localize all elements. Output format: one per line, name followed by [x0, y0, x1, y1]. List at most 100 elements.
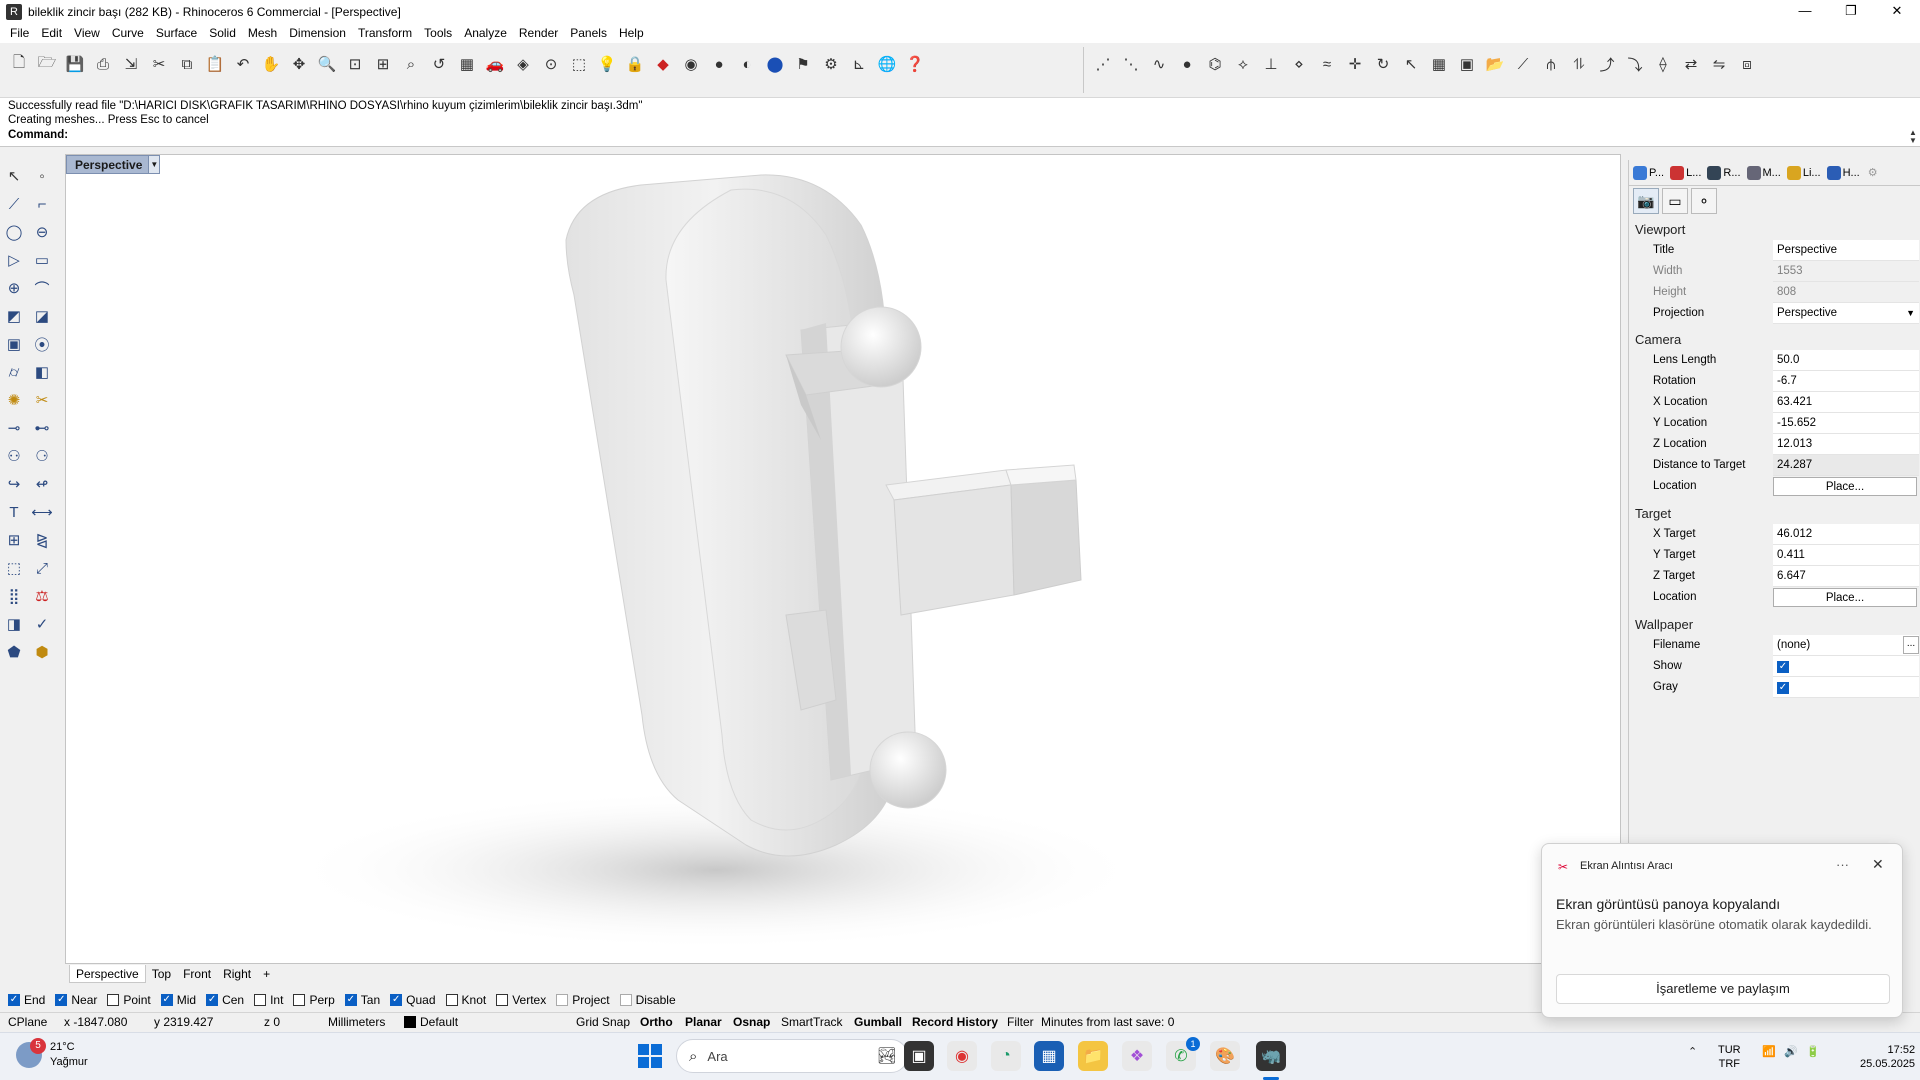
osnap-checkbox[interactable]: ✓ — [55, 994, 68, 1006]
drape-icon[interactable]: ⚑ — [790, 51, 816, 77]
osnap-checkbox[interactable] — [293, 994, 306, 1006]
filter-toggle[interactable]: Filter — [1007, 1015, 1034, 1029]
gumball-tool-icon[interactable]: ✛ — [1342, 51, 1368, 77]
rhino-taskbar-icon[interactable]: 🦏 — [1256, 1041, 1286, 1071]
surface-patch-icon[interactable]: ◩ — [2, 304, 26, 328]
panel-gear-icon[interactable]: ⚙ — [1868, 166, 1878, 179]
command-prompt[interactable]: Command: — [8, 129, 68, 141]
osnap-near[interactable]: ✓ Near — [55, 993, 97, 1007]
render-object-icon[interactable]: ⬟ — [2, 640, 26, 664]
osnap-checkbox[interactable]: ✓ — [8, 994, 20, 1006]
language-indicator[interactable]: TUR TRF — [1718, 1043, 1741, 1071]
camera-icon[interactable]: 📷 — [1633, 188, 1659, 214]
mirror-tool-icon[interactable]: ⇋ — [1706, 51, 1732, 77]
lock-icon[interactable]: 🔒 — [622, 51, 648, 77]
chrome-icon[interactable]: ◉ — [947, 1041, 977, 1071]
cplane-label[interactable]: CPlane — [8, 1015, 47, 1029]
folder-tool-icon[interactable]: 📂 — [1482, 51, 1508, 77]
grid-tool-icon[interactable]: ▦ — [1426, 51, 1452, 77]
select-arrow-icon[interactable]: ↖ — [2, 164, 26, 188]
x-location-field[interactable]: 63.421 — [1773, 392, 1919, 413]
surface-tool-icon[interactable]: ⌬ — [1202, 51, 1228, 77]
paste-icon[interactable]: 📋 — [202, 51, 228, 77]
z-location-field[interactable]: 12.013 — [1773, 434, 1919, 455]
flow-tool-icon[interactable]: ⥮ — [1566, 51, 1592, 77]
tab-front[interactable]: Front — [177, 965, 217, 983]
projection-select[interactable]: Perspective ▼ — [1773, 303, 1919, 324]
ortho-toggle[interactable]: Ortho — [640, 1015, 673, 1029]
loft-icon[interactable]: ◪ — [30, 304, 54, 328]
copy-icon[interactable]: ⧉ — [174, 51, 200, 77]
tab-top[interactable]: Top — [146, 965, 177, 983]
task-view-icon[interactable]: ▣ — [904, 1041, 934, 1071]
zoom-window-icon[interactable]: ⊡ — [342, 51, 368, 77]
point-tool-icon[interactable]: ⋱ — [1118, 51, 1144, 77]
extrude-icon[interactable]: ◧ — [30, 360, 54, 384]
filename-field[interactable]: (none)... — [1773, 635, 1919, 656]
tab-right[interactable]: Right — [217, 965, 257, 983]
ungroup-icon[interactable]: ⚆ — [30, 444, 54, 468]
scale-icon[interactable]: ⤢ — [30, 556, 54, 580]
weather-widget[interactable]: 5 21°C Yağmur — [16, 1038, 88, 1070]
color-wheel-icon[interactable]: ◉ — [678, 51, 704, 77]
mesh-tool-icon[interactable]: ⋰ — [1090, 51, 1116, 77]
display-mode-icon[interactable]: ▭ — [1662, 188, 1688, 214]
x-target-field[interactable]: 46.012 — [1773, 524, 1919, 545]
y-location-field[interactable]: -15.652 — [1773, 413, 1919, 434]
car-icon[interactable]: 🚗 — [482, 51, 508, 77]
zoom-extents-icon[interactable]: ⊞ — [370, 51, 396, 77]
axis-tool-icon[interactable]: ⊥ — [1258, 51, 1284, 77]
tab-render[interactable]: R... — [1707, 165, 1741, 180]
add-viewport-icon[interactable]: + — [257, 965, 276, 983]
dof-icon[interactable]: ⚬ — [1691, 188, 1717, 214]
ellipse-icon[interactable]: ⊖ — [30, 220, 54, 244]
tab-properties[interactable]: P... — [1633, 165, 1664, 180]
osnap-tan[interactable]: ✓ Tan — [344, 993, 380, 1007]
z-target-field[interactable]: 6.647 — [1773, 566, 1919, 587]
osnap-end[interactable]: ✓ End — [8, 993, 45, 1007]
osnap-point[interactable]: Point — [107, 993, 151, 1007]
close-button[interactable]: ✕ — [1874, 0, 1920, 23]
menu-solid[interactable]: Solid — [203, 26, 242, 40]
print-icon[interactable]: ⎙ — [90, 51, 116, 77]
y-target-field[interactable]: 0.411 — [1773, 545, 1919, 566]
move-icon[interactable]: ⬚ — [2, 556, 26, 580]
mirror-icon[interactable]: ⧎ — [30, 528, 54, 552]
arc-icon[interactable]: ⊕ — [2, 276, 26, 300]
osnap-checkbox[interactable]: ✓ — [160, 994, 173, 1006]
menu-analyze[interactable]: Analyze — [458, 26, 513, 40]
node-tool-icon[interactable]: ⋄ — [1286, 51, 1312, 77]
tab-layers[interactable]: L... — [1670, 165, 1701, 180]
chamfer-icon[interactable]: ↫ — [30, 472, 54, 496]
rotation-field[interactable]: -6.7 — [1773, 371, 1919, 392]
battery-icon[interactable]: 🔋 — [1806, 1045, 1820, 1058]
osnap-quad[interactable]: ✓ Quad — [390, 993, 436, 1007]
blend-tool-icon[interactable]: ≈ — [1314, 51, 1340, 77]
menu-help[interactable]: Help — [613, 26, 650, 40]
menu-surface[interactable]: Surface — [150, 26, 203, 40]
sphere-tool-icon[interactable]: ● — [1174, 51, 1200, 77]
store-icon[interactable]: ▦ — [1034, 1041, 1064, 1071]
rotate-view-icon[interactable]: ✥ — [286, 51, 312, 77]
draft-tool-icon[interactable]: ⟋ — [1510, 51, 1536, 77]
options-icon[interactable]: ⚙ — [818, 51, 844, 77]
windows-start-icon[interactable] — [638, 1044, 662, 1068]
fillet-curve-icon[interactable]: ⌒ — [30, 276, 54, 300]
browse-button[interactable]: ... — [1903, 636, 1919, 654]
camera-place-button[interactable]: Place... — [1773, 477, 1917, 496]
markup-share-button[interactable]: İşaretleme ve paylaşım — [1556, 974, 1890, 1004]
gray-checkbox[interactable]: ✓ — [1777, 682, 1789, 694]
lens-length-field[interactable]: 50.0 — [1773, 350, 1919, 371]
distance-field[interactable]: 24.287 — [1773, 455, 1919, 476]
material-icon[interactable]: ⬢ — [30, 640, 54, 664]
menu-edit[interactable]: Edit — [35, 26, 68, 40]
transform-tool-icon[interactable]: ⟡ — [1230, 51, 1256, 77]
close-icon[interactable]: ✕ — [1872, 856, 1884, 873]
menu-file[interactable]: File — [4, 26, 35, 40]
layer-icon[interactable]: ◆ — [650, 51, 676, 77]
mesh-icon[interactable]: ◨ — [2, 612, 26, 636]
rectangle-icon[interactable]: ▭ — [30, 248, 54, 272]
minimize-button[interactable]: — — [1782, 0, 1828, 23]
four-viewports-icon[interactable]: ▦ — [454, 51, 480, 77]
analyze-icon[interactable]: ⚖ — [30, 584, 54, 608]
